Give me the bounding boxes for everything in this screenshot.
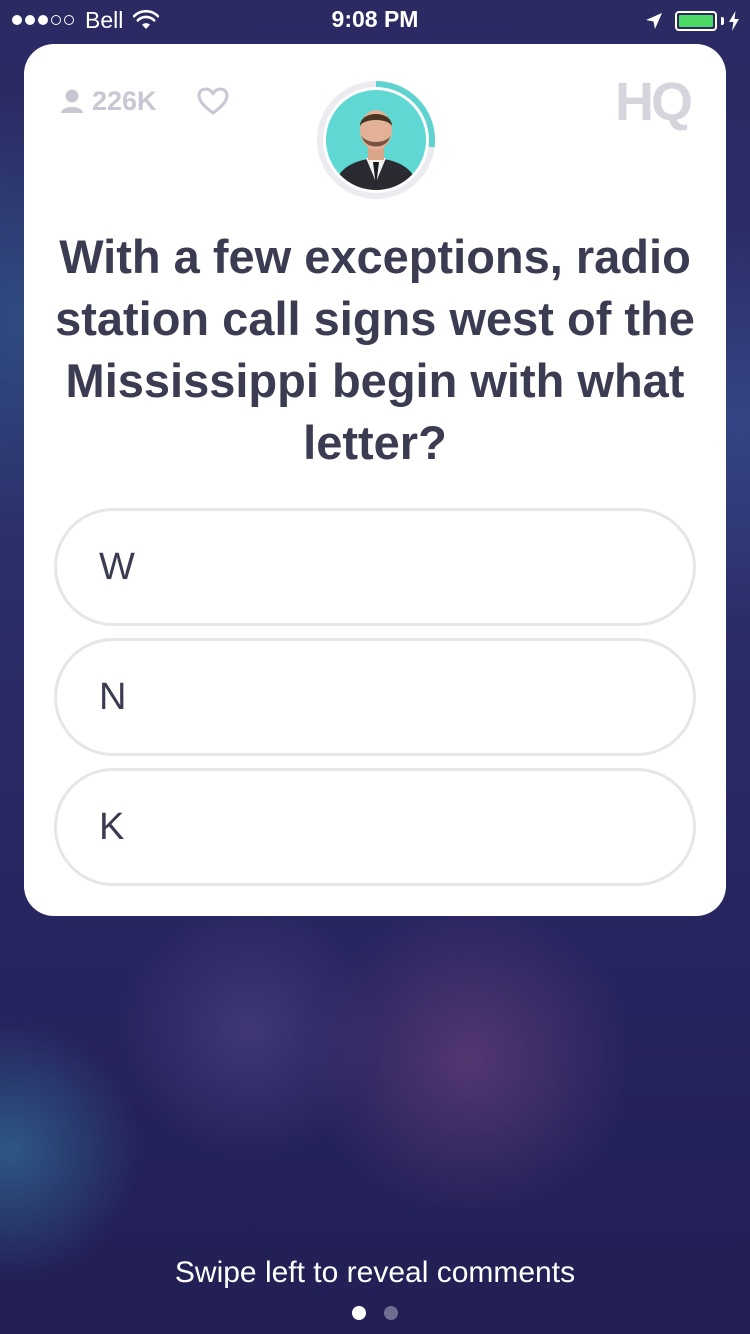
battery-cap (721, 17, 724, 25)
status-right (645, 8, 740, 34)
location-arrow-icon (646, 13, 662, 29)
answer-option-1[interactable]: W (54, 508, 696, 626)
host-image (326, 90, 426, 190)
question-text: With a few exceptions, radio station cal… (55, 230, 695, 469)
host-timer (314, 78, 438, 202)
answer-option-3[interactable]: K (54, 768, 696, 886)
charging-bolt-icon (729, 11, 739, 31)
answer-label: N (99, 675, 127, 718)
battery-icon (675, 11, 717, 31)
viewer-count-label: 226K (92, 86, 157, 116)
page-indicator[interactable] (0, 1306, 750, 1320)
status-bar: Bell 9:08 PM (0, 0, 750, 40)
heart-icon[interactable] (196, 86, 230, 116)
hq-logo: HQ (615, 72, 693, 132)
answer-option-2[interactable]: N (54, 638, 696, 756)
host-avatar (326, 90, 426, 190)
viewer-count: 226K (60, 86, 157, 117)
answer-label: W (99, 545, 135, 588)
status-time: 9:08 PM (331, 6, 419, 32)
swipe-hint: Swipe left to reveal comments (174, 1256, 576, 1289)
person-icon (61, 89, 83, 113)
answer-label: K (99, 805, 125, 848)
page-dot-2[interactable] (384, 1306, 398, 1320)
question-card: 226K HQ With a few exceptions, radio sta… (24, 44, 726, 916)
page-dot-1[interactable] (352, 1306, 366, 1320)
battery-level (679, 15, 713, 27)
